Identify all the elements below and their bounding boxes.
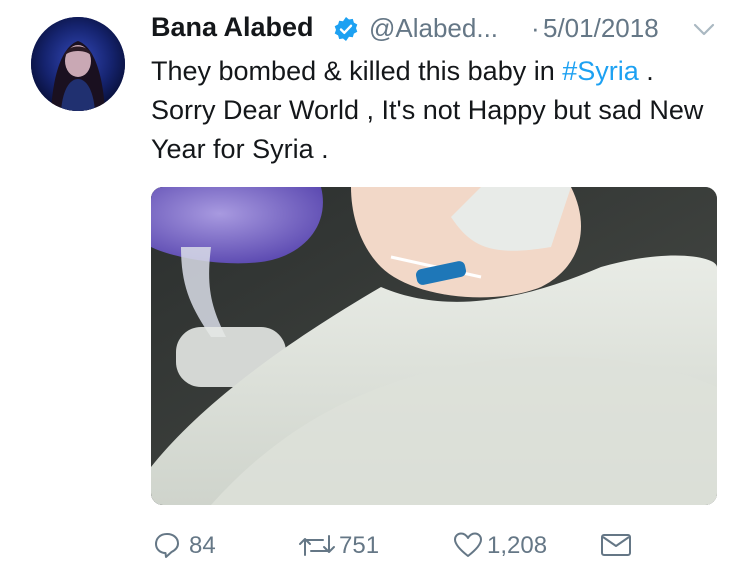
envelope-icon — [601, 534, 631, 556]
retweet-button[interactable]: 751 — [297, 528, 407, 562]
tweet-text: They bombed & killed this baby in #Syria… — [151, 52, 711, 169]
tweet-header: Bana Alabed @Alabed... · 5/01/2018 — [151, 10, 721, 46]
user-handle[interactable]: @Alabed... — [369, 13, 498, 44]
chevron-down-icon[interactable] — [692, 22, 716, 38]
retweet-count: 751 — [339, 532, 380, 559]
media-image — [151, 187, 717, 505]
like-button[interactable]: 1,208 — [453, 528, 573, 562]
display-name[interactable]: Bana Alabed — [151, 12, 314, 43]
like-count: 1,208 — [487, 532, 548, 559]
reply-button[interactable]: 84 — [151, 528, 231, 562]
hashtag-link[interactable]: #Syria — [562, 56, 639, 86]
header-separator: · — [531, 13, 540, 43]
direct-message-button[interactable] — [600, 528, 636, 562]
avatar[interactable] — [31, 17, 125, 111]
avatar-photo — [31, 17, 125, 111]
tweet-text-part-1: They bombed & killed this baby in — [151, 56, 555, 86]
tweet-media-photo[interactable] — [151, 187, 717, 505]
tweet-actions: 84 751 1,208 — [151, 528, 717, 562]
heart-icon — [454, 532, 482, 557]
reply-count: 84 — [189, 532, 216, 559]
verified-badge-icon — [334, 17, 358, 41]
retweet-icon — [299, 535, 335, 556]
reply-icon — [155, 533, 179, 558]
tweet-date[interactable]: 5/01/2018 — [543, 13, 659, 44]
